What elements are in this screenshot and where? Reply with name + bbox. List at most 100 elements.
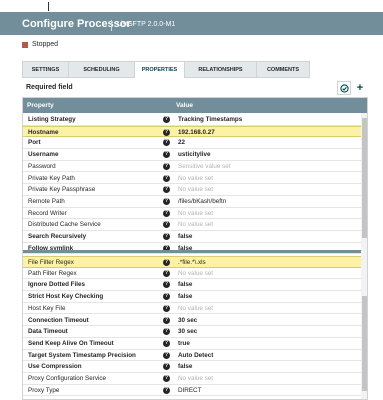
property-name: Hostname	[28, 128, 59, 136]
property-value[interactable]: No value set	[178, 175, 213, 182]
property-row[interactable]: Private Key Passphrase? No value set	[23, 184, 361, 196]
property-value[interactable]: Sensitive value set	[178, 163, 231, 170]
add-property-button[interactable]: +	[353, 81, 367, 95]
property-value[interactable]: No value set	[178, 221, 213, 228]
property-row[interactable]: Port? 22	[23, 137, 361, 150]
property-value[interactable]: No value set	[178, 210, 213, 217]
question-mark-icon[interactable]: ?	[163, 351, 170, 359]
property-value[interactable]: DIRECT	[178, 387, 201, 394]
question-mark-icon[interactable]: ?	[163, 116, 170, 123]
property-row[interactable]: Path Filter Regex? No value set	[23, 268, 361, 280]
question-mark-icon[interactable]: ?	[163, 221, 170, 229]
property-value[interactable]: No value set	[178, 305, 213, 312]
dialog-header: Configure Processor ListSFTP 2.0.0-M1	[0, 12, 383, 35]
property-name: Strict Host Key Checking	[28, 293, 104, 301]
property-value[interactable]: 30 sec	[178, 328, 197, 335]
property-row[interactable]: Distributed Cache Service? No value set	[23, 219, 361, 231]
property-name: Path Filter Regex	[28, 269, 77, 277]
question-mark-icon[interactable]: ?	[163, 162, 170, 170]
tab-relationships[interactable]: RELATIONSHIPS	[184, 61, 256, 78]
property-row[interactable]: Strict Host Key Checking? false	[23, 291, 361, 303]
question-mark-icon[interactable]: ?	[163, 259, 170, 266]
property-row[interactable]: Connection Timeout? 30 sec	[23, 315, 361, 327]
question-mark-icon[interactable]: ?	[163, 293, 170, 301]
property-row[interactable]: Hostname? 192.168.0.27	[23, 125, 361, 138]
question-mark-icon[interactable]: ?	[163, 174, 170, 182]
table-header: Property Value	[23, 98, 367, 113]
question-mark-icon[interactable]: ?	[163, 304, 170, 312]
property-value[interactable]: No value set	[178, 375, 213, 382]
property-value[interactable]: No value set	[178, 186, 213, 193]
question-mark-icon[interactable]: ?	[163, 197, 170, 205]
property-value[interactable]: usticitylive	[178, 151, 211, 158]
property-row[interactable]: Ignore Dotted Files? false	[23, 279, 361, 292]
property-row[interactable]: Data Timeout? 30 sec	[23, 326, 361, 338]
property-value[interactable]: false	[178, 233, 192, 240]
question-mark-icon[interactable]: ?	[163, 151, 170, 159]
question-mark-icon[interactable]: ?	[163, 363, 170, 371]
property-value[interactable]: Tracking Timestamps	[178, 116, 242, 123]
property-row[interactable]: Send Keep Alive On Timeout? true	[23, 338, 361, 350]
property-name: Port	[28, 139, 41, 147]
scrollbar-thumb-bottom[interactable]	[362, 296, 367, 391]
property-value[interactable]: Auto Detect	[178, 352, 213, 359]
question-mark-icon[interactable]: ?	[163, 281, 170, 289]
question-mark-icon[interactable]: ?	[163, 186, 170, 194]
scrollbar-thumb-top[interactable]	[362, 118, 367, 238]
tab-properties[interactable]: PROPERTIES	[134, 61, 184, 78]
property-row[interactable]: Listing Strategy? Tracking Timestamps	[23, 114, 361, 126]
property-row[interactable]: Host Key File? No value set	[23, 303, 361, 315]
question-mark-icon[interactable]: ?	[163, 339, 170, 347]
property-value[interactable]: No value set	[178, 270, 213, 277]
property-value[interactable]: /files/bKash/beftn	[178, 198, 226, 205]
property-value[interactable]: 22	[178, 139, 185, 146]
question-mark-icon[interactable]: ?	[163, 139, 170, 147]
property-row[interactable]: Target System Timestamp Precision? Auto D…	[23, 350, 361, 362]
pane-divider[interactable]	[23, 250, 367, 253]
question-mark-icon[interactable]: ?	[163, 269, 170, 277]
verify-properties-button[interactable]	[337, 81, 351, 95]
property-name: Private Key Path	[28, 174, 75, 182]
property-value[interactable]: false	[178, 293, 192, 300]
property-name: Distributed Cache Service	[28, 221, 101, 229]
property-name: File Filter Regex	[28, 259, 74, 266]
property-row[interactable]: Proxy Configuration Service? No value set	[23, 373, 361, 385]
property-name: Remote Path	[28, 197, 65, 205]
processor-type: ListSFTP 2.0.0-M1	[117, 21, 176, 28]
property-value[interactable]: .*file.*\.xls	[178, 259, 206, 266]
property-row[interactable]: Remote Path? /files/bKash/beftn	[23, 196, 361, 208]
tab-scheduling[interactable]: SCHEDULING	[68, 61, 134, 78]
question-mark-icon[interactable]: ?	[163, 375, 170, 382]
property-value[interactable]: 192.168.0.27	[178, 129, 215, 136]
question-mark-icon[interactable]: ?	[163, 316, 170, 324]
properties-table: Property Value Listing Strategy? Tracking…	[22, 97, 368, 400]
property-value[interactable]: false	[178, 281, 192, 288]
property-name: Data Timeout	[28, 328, 68, 336]
column-property: Property	[27, 102, 54, 109]
property-row[interactable]: Password? Sensitive value set	[23, 161, 361, 173]
question-mark-icon[interactable]: ?	[163, 328, 170, 336]
dialog-title: Configure Processor	[22, 18, 131, 30]
question-mark-icon[interactable]: ?	[163, 233, 170, 240]
property-row[interactable]: Search Recursively? false	[23, 231, 361, 243]
property-name: Username	[28, 151, 59, 159]
property-row[interactable]: File Filter Regex? .*file.*\.xls	[23, 256, 361, 268]
property-row[interactable]: Use Compression? false	[23, 361, 361, 373]
property-row[interactable]: Username? usticitylive	[23, 149, 361, 161]
question-mark-icon[interactable]: ?	[163, 386, 170, 394]
status-indicator: Stopped	[22, 41, 58, 48]
question-mark-icon[interactable]: ?	[163, 128, 170, 136]
property-row[interactable]: Proxy Type? DIRECT	[23, 385, 361, 397]
question-mark-icon[interactable]: ?	[163, 209, 170, 217]
property-row[interactable]: Private Key Path? No value set	[23, 173, 361, 185]
property-row[interactable]: Record Writer? No value set	[23, 208, 361, 220]
property-name: Search Recursively	[28, 233, 87, 240]
tab-settings[interactable]: SETTINGS	[22, 61, 68, 78]
property-value[interactable]: true	[178, 340, 190, 347]
tab-comments[interactable]: COMMENTS	[256, 61, 310, 78]
property-value[interactable]: 30 sec	[178, 317, 197, 324]
header-separator	[111, 20, 112, 31]
property-name: Private Key Passphrase	[28, 186, 96, 194]
property-value[interactable]: false	[178, 363, 192, 370]
text-cursor	[48, 2, 49, 11]
